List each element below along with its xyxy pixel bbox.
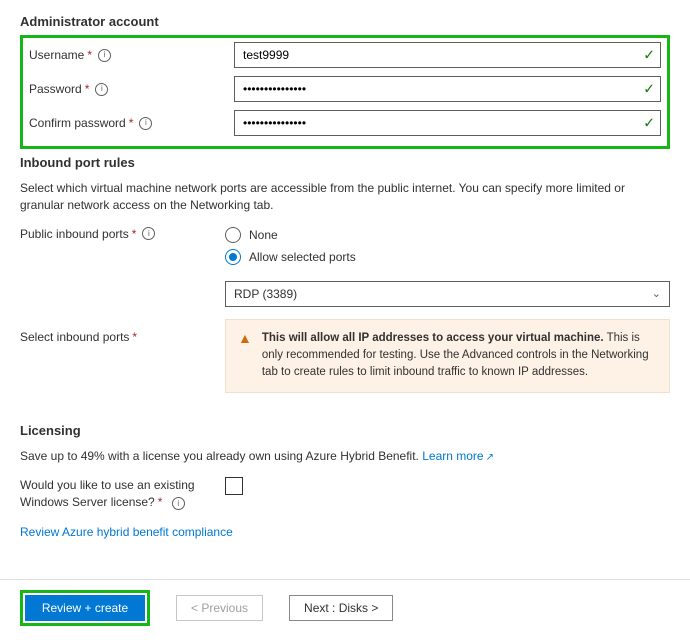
required-star: * (129, 116, 134, 130)
inbound-ports-desc: Select which virtual machine network por… (20, 180, 670, 215)
info-icon[interactable]: i (95, 83, 108, 96)
radio-icon (225, 249, 241, 265)
inbound-ports-title: Inbound port rules (20, 155, 670, 170)
warning-icon: ▲ (238, 330, 252, 347)
existing-license-checkbox[interactable] (225, 477, 243, 495)
review-create-highlight: Review + create (20, 590, 150, 626)
confirm-password-input[interactable] (234, 110, 661, 136)
select-inbound-ports-dropdown[interactable]: RDP (3389) ⌄ (225, 281, 670, 307)
password-input[interactable] (234, 76, 661, 102)
previous-button[interactable]: < Previous (176, 595, 263, 621)
info-icon[interactable]: i (142, 227, 155, 240)
info-icon[interactable]: i (98, 49, 111, 62)
footer-bar: Review + create < Previous Next : Disks … (0, 579, 690, 640)
password-label: Password* i (29, 82, 234, 96)
confirm-password-label: Confirm password* i (29, 116, 234, 130)
public-inbound-ports-label: Public inbound ports* i (20, 227, 225, 241)
admin-fields-highlight: Username* i ✓ Password* i ✓ (20, 35, 670, 149)
learn-more-link[interactable]: Learn more↗ (422, 449, 494, 463)
username-input[interactable] (234, 42, 661, 68)
licensing-title: Licensing (20, 423, 670, 438)
required-star: * (85, 82, 90, 96)
required-star: * (132, 227, 137, 241)
radio-none[interactable]: None (225, 227, 670, 243)
info-icon[interactable]: i (139, 117, 152, 130)
review-compliance-link[interactable]: Review Azure hybrid benefit compliance (20, 525, 670, 539)
licensing-desc: Save up to 49% with a license you alread… (20, 448, 670, 466)
next-button[interactable]: Next : Disks > (289, 595, 393, 621)
review-create-button[interactable]: Review + create (25, 595, 145, 621)
required-star: * (87, 48, 92, 62)
required-star: * (158, 495, 163, 509)
required-star: * (132, 330, 137, 344)
username-label: Username* i (29, 48, 234, 62)
radio-icon (225, 227, 241, 243)
external-link-icon: ↗ (486, 452, 494, 463)
radio-allow-selected[interactable]: Allow selected ports (225, 249, 670, 265)
select-inbound-ports-label: Select inbound ports* (20, 330, 225, 344)
chevron-down-icon: ⌄ (652, 287, 661, 300)
admin-account-title: Administrator account (20, 14, 670, 29)
info-icon[interactable]: i (172, 497, 185, 510)
existing-license-label: Would you like to use an existing Window… (20, 477, 225, 511)
inbound-ports-warning: ▲ This will allow all IP addresses to ac… (225, 319, 670, 393)
